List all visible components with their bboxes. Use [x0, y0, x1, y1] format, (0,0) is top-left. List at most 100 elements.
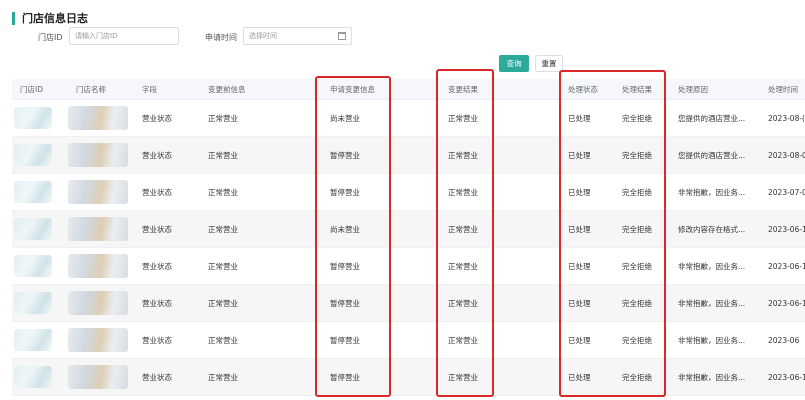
cell-reason: 非常抱歉，因业务...: [678, 188, 746, 197]
cell-field: 营业状态: [142, 225, 172, 234]
cell-apply: 暂停营业: [330, 336, 360, 345]
cell-before: 正常营业: [208, 336, 238, 345]
redacted-store-name: [68, 106, 128, 130]
header-col-status: 处理状态: [568, 85, 598, 94]
cell-time: 2023-06-1: [768, 373, 805, 382]
cell-result: 正常营业: [448, 188, 478, 197]
store-id-input[interactable]: 请输入门店ID: [69, 27, 179, 45]
cell-outcome: 完全拒绝: [622, 299, 652, 308]
header-col-reason: 处理原因: [678, 85, 708, 94]
cell-status: 已处理: [568, 262, 591, 271]
table-row[interactable]: 营业状态 正常营业 暂停营业 正常营业 已处理 完全拒绝 非常抱歉，因业务... 2023-0…: [12, 285, 805, 322]
table-body: 营业状态 正常营业 尚未营业 正常营业 已处理 完全拒绝 您提供的酒店营业... 2023-0…: [12, 100, 805, 396]
apply-time-picker[interactable]: 选择时间: [243, 27, 352, 45]
cell-apply: 暂停营业: [330, 262, 360, 271]
redacted-store-name: [68, 180, 128, 204]
cell-reason: 修改内容存在格式...: [678, 225, 746, 234]
cell-before: 正常营业: [208, 299, 238, 308]
calendar-icon: [338, 32, 346, 40]
cell-outcome: 完全拒绝: [622, 151, 652, 160]
redacted-store-id: [14, 218, 52, 240]
cell-field: 营业状态: [142, 336, 172, 345]
header-col-time: 处理时间: [768, 85, 798, 94]
title-accent-bar: [12, 11, 15, 25]
cell-outcome: 完全拒绝: [622, 114, 652, 123]
reset-button[interactable]: 重置: [535, 55, 563, 72]
query-button[interactable]: 查询: [499, 55, 529, 72]
cell-time: 2023-08-(: [768, 114, 805, 123]
redacted-store-id: [14, 366, 52, 388]
header-col-apply: 申请变更信息: [330, 85, 375, 94]
header-col-result: 变更结果: [448, 85, 478, 94]
cell-outcome: 完全拒绝: [622, 336, 652, 345]
page-title: 门店信息日志: [22, 12, 88, 25]
redacted-store-id: [14, 144, 52, 166]
table-row[interactable]: 营业状态 正常营业 暂停营业 正常营业 已处理 完全拒绝 非常抱歉，因业务... 2023-0…: [12, 248, 805, 285]
cell-result: 正常营业: [448, 225, 478, 234]
log-table: 门店ID 门店名称 字段 变更前信息 申请变更信息 变更结果 处理状态 处理结果 处理原因 处理时…: [12, 79, 805, 396]
cell-status: 已处理: [568, 299, 591, 308]
cell-result: 正常营业: [448, 262, 478, 271]
redacted-store-id: [14, 329, 52, 351]
cell-apply: 暂停营业: [330, 188, 360, 197]
redacted-store-id: [14, 107, 52, 129]
apply-time-placeholder: 选择时间: [249, 32, 277, 40]
cell-field: 营业状态: [142, 188, 172, 197]
redacted-store-name: [68, 291, 128, 315]
header-col-store-id: 门店ID: [20, 85, 43, 94]
cell-apply: 尚未营业: [330, 225, 360, 234]
cell-result: 正常营业: [448, 114, 478, 123]
cell-before: 正常营业: [208, 188, 238, 197]
cell-apply: 暂停营业: [330, 299, 360, 308]
redacted-store-name: [68, 365, 128, 389]
apply-time-label: 申请时间: [205, 33, 237, 42]
cell-before: 正常营业: [208, 262, 238, 271]
cell-status: 已处理: [568, 114, 591, 123]
redacted-store-id: [14, 255, 52, 277]
table-row[interactable]: 营业状态 正常营业 暂停营业 正常营业 已处理 完全拒绝 您提供的酒店营业... 2023-0…: [12, 137, 805, 174]
store-id-label: 门店ID: [38, 33, 63, 42]
header-col-before: 变更前信息: [208, 85, 246, 94]
table-row[interactable]: 营业状态 正常营业 尚未营业 正常营业 已处理 完全拒绝 修改内容存在格式... 2023-0…: [12, 211, 805, 248]
cell-status: 已处理: [568, 151, 591, 160]
cell-time: 2023-06-1: [768, 299, 805, 308]
redacted-store-name: [68, 328, 128, 352]
cell-apply: 暂停营业: [330, 373, 360, 382]
page: 门店信息日志 门店ID 请输入门店ID 申请时间 选择时间 查询 重置 门店ID…: [0, 0, 805, 400]
table-row[interactable]: 营业状态 正常营业 暂停营业 正常营业 已处理 完全拒绝 非常抱歉，因业务... 2023-0…: [12, 322, 805, 359]
cell-reason: 非常抱歉，因业务...: [678, 262, 746, 271]
cell-apply: 暂停营业: [330, 151, 360, 160]
cell-status: 已处理: [568, 225, 591, 234]
table-row[interactable]: 营业状态 正常营业 尚未营业 正常营业 已处理 完全拒绝 您提供的酒店营业... 2023-0…: [12, 100, 805, 137]
cell-time: 2023-08-0: [768, 151, 805, 160]
cell-field: 营业状态: [142, 114, 172, 123]
cell-status: 已处理: [568, 188, 591, 197]
redacted-store-name: [68, 254, 128, 278]
cell-reason: 非常抱歉，因业务...: [678, 299, 746, 308]
redacted-store-id: [14, 292, 52, 314]
cell-reason: 您提供的酒店营业...: [678, 151, 746, 160]
cell-field: 营业状态: [142, 373, 172, 382]
redacted-store-name: [68, 217, 128, 241]
cell-before: 正常营业: [208, 114, 238, 123]
cell-time: 2023-06-1: [768, 225, 805, 234]
cell-field: 营业状态: [142, 151, 172, 160]
cell-outcome: 完全拒绝: [622, 225, 652, 234]
cell-reason: 非常抱歉，因业务...: [678, 373, 746, 382]
cell-result: 正常营业: [448, 373, 478, 382]
cell-apply: 尚未营业: [330, 114, 360, 123]
cell-outcome: 完全拒绝: [622, 188, 652, 197]
cell-result: 正常营业: [448, 151, 478, 160]
redacted-store-name: [68, 143, 128, 167]
cell-time: 2023-06: [768, 336, 800, 345]
table-row[interactable]: 营业状态 正常营业 暂停营业 正常营业 已处理 完全拒绝 非常抱歉，因业务... 2023-0…: [12, 174, 805, 211]
table-header: 门店ID 门店名称 字段 变更前信息 申请变更信息 变更结果 处理状态 处理结果 处理原因 处理时…: [12, 79, 805, 100]
table-row[interactable]: 营业状态 正常营业 暂停营业 正常营业 已处理 完全拒绝 非常抱歉，因业务... 2023-0…: [12, 359, 805, 396]
header-col-store-name: 门店名称: [76, 85, 106, 94]
page-header: 门店信息日志: [12, 10, 88, 26]
cell-field: 营业状态: [142, 262, 172, 271]
cell-time: 2023-07-0: [768, 188, 805, 197]
cell-reason: 您提供的酒店营业...: [678, 114, 746, 123]
header-col-outcome: 处理结果: [622, 85, 652, 94]
cell-before: 正常营业: [208, 151, 238, 160]
